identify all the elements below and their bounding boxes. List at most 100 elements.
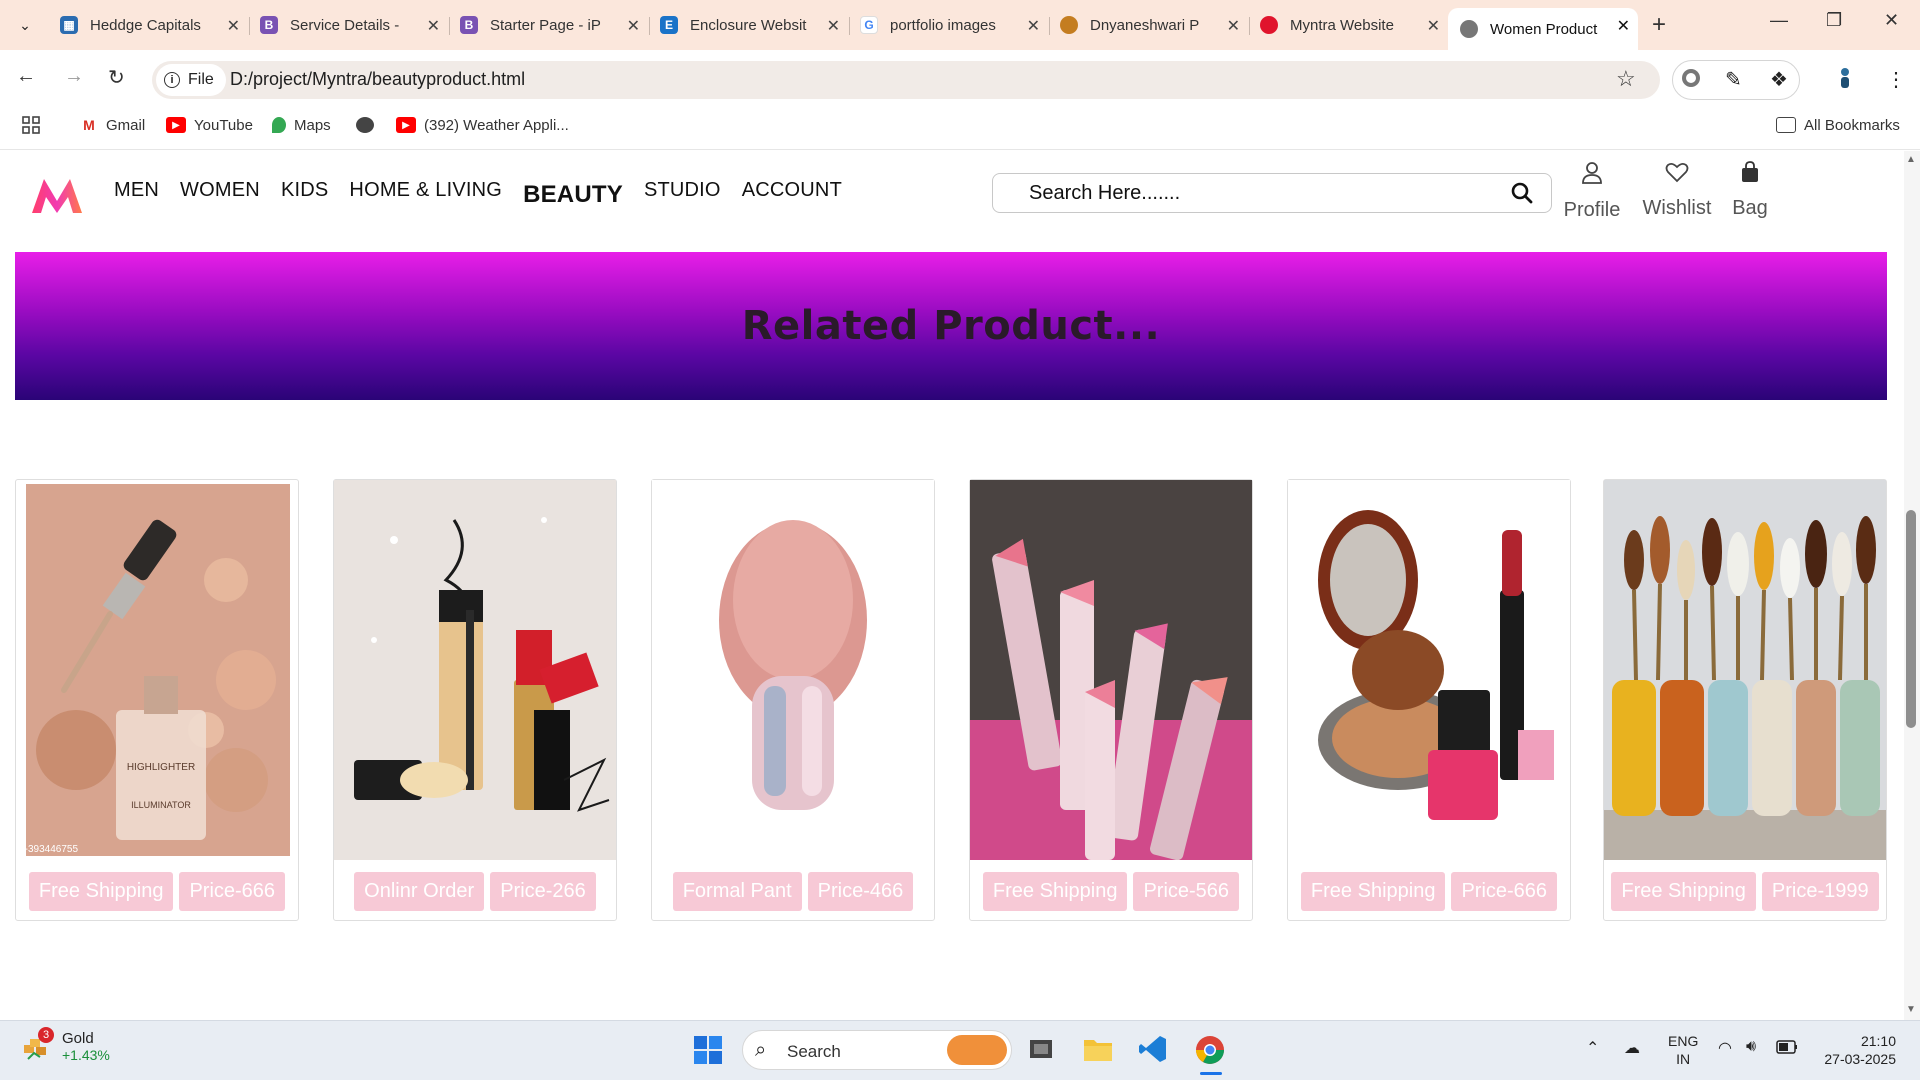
banner-title: Related Product... [741,303,1161,349]
shipping-tag[interactable]: Free Shipping [28,872,174,911]
shipping-tag[interactable]: Free Shipping [1300,872,1446,911]
lipsticks-image[interactable] [970,480,1252,860]
bookmark-gmail[interactable]: M Gmail [80,114,145,136]
clock[interactable]: 21:10 27-03-2025 [1816,1032,1896,1068]
product-card[interactable]: Free Shipping Price-666 [1287,479,1571,921]
onedrive-cloud-icon[interactable]: ☁ [1624,1038,1640,1058]
close-window-icon[interactable]: ✕ [1884,10,1899,31]
task-view-icon[interactable] [1026,1034,1060,1068]
input-language[interactable]: ENG IN [1668,1032,1698,1068]
bookmark-globe[interactable] [356,114,382,136]
tab-search-button[interactable]: ⌄ [10,11,40,39]
price-tag[interactable]: Price-1999 [1761,872,1879,911]
close-icon[interactable]: ✕ [1227,16,1240,36]
product-card[interactable]: Onlinr Order Price-266 [333,479,617,921]
bookmark-weather-app[interactable]: ▶ (392) Weather Appli... [396,114,569,136]
tab-myntra-website[interactable]: Myntra Website ✕ [1248,8,1448,42]
close-icon[interactable]: ✕ [1027,16,1040,36]
pink-brush-image[interactable] [652,480,934,860]
nav-kids[interactable]: KIDS [281,179,328,207]
brushes-vases-image[interactable] [1604,480,1886,860]
chrome-icon[interactable] [1194,1034,1228,1068]
shipping-tag[interactable]: Free Shipping [982,872,1128,911]
price-tag[interactable]: Price-466 [807,872,914,911]
search-input[interactable] [1029,182,1469,205]
start-windows-icon[interactable] [692,1034,726,1068]
price-tag[interactable]: Price-666 [1451,872,1558,911]
wishlist-label: Wishlist [1642,197,1712,219]
all-bookmarks[interactable]: All Bookmarks [1776,114,1900,136]
taskbar-widget[interactable]: 3 Gold +1.43% [22,1026,110,1063]
new-tab-button[interactable]: + [1652,11,1666,39]
tab-portfolio-images[interactable]: G portfolio images ✕ [848,8,1050,42]
volume-icon[interactable]: 🔊︎ [1746,1038,1756,1056]
scroll-down-icon[interactable]: ▼ [1906,1004,1916,1015]
bootstrap-icon: B [260,16,278,34]
vpn-extension-icon[interactable] [1680,67,1702,95]
product-card[interactable]: HIGHLIGHTER ILLUMINATOR S-393446755 Free… [15,479,299,921]
highlighter-bottle-image[interactable]: HIGHLIGHTER ILLUMINATOR [16,480,298,860]
close-icon[interactable]: ✕ [1617,16,1630,36]
url-text[interactable]: D:/project/Myntra/beautyproduct.html [230,69,525,90]
eyedropper-extension-icon[interactable]: ✎ [1725,67,1742,92]
close-icon[interactable]: ✕ [427,16,440,36]
tab-service-details[interactable]: B Service Details - ✕ [248,8,450,42]
nav-women[interactable]: WOMEN [180,179,260,207]
nav-studio[interactable]: STUDIO [644,179,721,207]
compact-powder-image[interactable] [1288,480,1570,860]
header-wishlist[interactable]: Wishlist [1640,161,1714,220]
restore-icon[interactable]: ❐ [1826,10,1842,31]
category-tag[interactable]: Formal Pant [672,872,802,911]
product-card[interactable]: Free Shipping Price-566 [969,479,1253,921]
wifi-icon[interactable]: ◠ [1718,1038,1732,1058]
related-products-banner: Related Product... [15,252,1887,400]
product-card[interactable]: Free Shipping Price-1999 [1603,479,1887,921]
active-app-indicator [1200,1072,1222,1075]
order-tag[interactable]: Onlinr Order [354,872,485,911]
more-menu-icon[interactable]: ⋮ [1886,67,1906,92]
bookmark-maps[interactable]: Maps [272,114,331,136]
bookmark-star-icon[interactable]: ☆ [1616,66,1636,92]
search-icon: ⌕ [755,1039,767,1061]
site-info-chip[interactable]: i File [156,64,226,96]
header-profile[interactable]: Profile [1562,161,1622,222]
tab-heddge[interactable]: ▦ Heddge Capitals ✕ [48,8,250,42]
close-icon[interactable]: ✕ [627,16,640,36]
tab-women-product[interactable]: Women Product ✕ [1448,8,1638,50]
close-icon[interactable]: ✕ [1427,16,1440,36]
battery-icon[interactable] [1776,1040,1798,1057]
close-icon[interactable]: ✕ [827,16,840,36]
price-tag[interactable]: Price-666 [179,872,286,911]
product-card[interactable]: Formal Pant Price-466 [651,479,935,921]
price-tag[interactable]: Price-266 [490,872,596,911]
header-bag[interactable]: Bag [1728,161,1772,220]
makeup-kit-image[interactable] [334,480,616,860]
nav-beauty[interactable]: BEAUTY [523,181,623,209]
bookmark-youtube[interactable]: ▶ YouTube [166,114,253,136]
search-icon[interactable] [1511,182,1533,204]
nav-account[interactable]: ACCOUNT [742,179,842,207]
scroll-up-icon[interactable]: ▲ [1906,154,1916,165]
nav-men[interactable]: MEN [114,179,159,207]
apps-grid-icon[interactable] [22,114,40,136]
tab-dnyaneshwari[interactable]: Dnyaneshwari P ✕ [1048,8,1250,42]
vscode-icon[interactable] [1138,1034,1172,1068]
tab-starter-page[interactable]: B Starter Page - iP ✕ [448,8,650,42]
minimize-icon[interactable]: — [1770,10,1788,31]
file-explorer-icon[interactable] [1082,1034,1116,1068]
puzzle-extensions-icon[interactable]: ❖ [1770,67,1788,92]
myntra-logo[interactable] [30,175,84,215]
profile-avatar-icon[interactable] [1836,67,1854,95]
chevron-down-icon: ⌄ [19,16,31,33]
nav-home-living[interactable]: HOME & LIVING [349,179,502,207]
back-icon[interactable]: ← [16,65,36,88]
taskbar-search[interactable]: ⌕ Search [742,1030,1012,1070]
shipping-tag[interactable]: Free Shipping [1611,872,1756,911]
reload-icon[interactable]: ↻ [108,65,125,90]
price-tag[interactable]: Price-566 [1133,872,1240,911]
close-icon[interactable]: ✕ [227,16,240,36]
forward-icon[interactable]: → [64,65,84,88]
show-hidden-icons-icon[interactable]: ⌃ [1586,1038,1599,1058]
tab-enclosure[interactable]: E Enclosure Websit ✕ [648,8,850,42]
page-scrollbar-thumb[interactable] [1906,510,1916,728]
